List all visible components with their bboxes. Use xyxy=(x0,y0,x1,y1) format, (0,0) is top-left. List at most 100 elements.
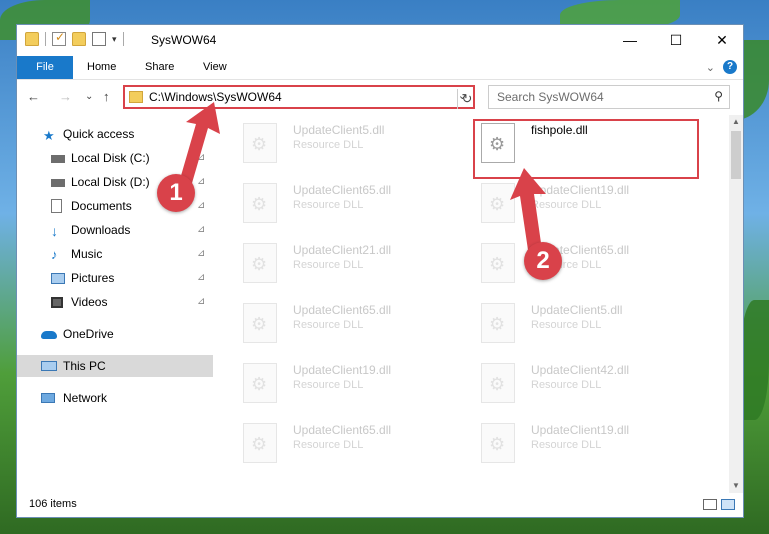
file-item[interactable]: UpdateClient65.dll Resource DLL xyxy=(235,177,465,235)
dll-file-icon xyxy=(243,183,277,223)
file-item[interactable]: UpdateClient19.dll Resource DLL xyxy=(473,177,703,235)
file-name: UpdateClient65.dll xyxy=(293,303,392,317)
recent-locations-icon[interactable]: ⌄ xyxy=(85,91,93,102)
file-type: Resource DLL xyxy=(531,439,602,451)
star-icon: ★ xyxy=(43,128,55,143)
dll-file-icon xyxy=(243,423,277,463)
nav-item-label: Documents xyxy=(71,199,132,213)
file-name: UpdateClient19.dll xyxy=(531,183,630,197)
nav-item-local-disk-c[interactable]: Local Disk (C:) ⊿ xyxy=(17,147,213,169)
address-row: ← → ⌄ ↑ C:\Windows\SysWOW64 ⌄ ↻ Search S… xyxy=(17,81,743,113)
nav-item-pictures[interactable]: Pictures ⊿ xyxy=(17,267,213,289)
file-name: UpdateClient21.dll xyxy=(293,243,392,257)
onedrive-icon xyxy=(41,331,57,339)
file-item[interactable]: UpdateClient5.dll Resource DLL xyxy=(235,117,465,175)
up-arrow-icon[interactable]: ↑ xyxy=(103,89,110,104)
nav-item-label: Videos xyxy=(71,295,108,309)
pin-icon[interactable]: ⊿ xyxy=(197,291,205,313)
documents-icon xyxy=(51,199,62,213)
pin-icon[interactable]: ⊿ xyxy=(197,243,205,265)
pc-icon xyxy=(41,361,57,371)
pin-icon[interactable]: ⊿ xyxy=(197,147,205,169)
dll-file-icon xyxy=(243,363,277,403)
help-icon[interactable]: ? xyxy=(723,60,737,74)
dll-file-icon xyxy=(243,123,277,163)
file-type: Resource DLL xyxy=(293,379,364,391)
nav-item-videos[interactable]: Videos ⊿ xyxy=(17,291,213,313)
nav-item-music[interactable]: ♪ Music ⊿ xyxy=(17,243,213,265)
item-count: 106 items xyxy=(29,498,77,510)
new-folder-icon[interactable] xyxy=(72,32,86,46)
search-box[interactable]: Search SysWOW64 ⚲ xyxy=(488,85,730,109)
properties-check-icon[interactable] xyxy=(52,30,66,46)
dll-file-icon xyxy=(481,423,515,463)
nav-item-label: This PC xyxy=(63,359,106,373)
nav-item-network[interactable]: Network xyxy=(17,387,213,409)
file-type: Resource DLL xyxy=(293,139,364,151)
search-input[interactable]: Search SysWOW64 xyxy=(497,90,604,104)
file-item[interactable]: UpdateClient5.dll Resource DLL xyxy=(473,297,703,355)
file-name: UpdateClient19.dll xyxy=(531,423,630,437)
minimize-button[interactable]: — xyxy=(607,25,653,55)
address-path[interactable]: C:\Windows\SysWOW64 xyxy=(149,90,282,104)
file-type: Resource DLL xyxy=(293,319,364,331)
nav-item-label: Pictures xyxy=(71,271,115,285)
nav-item-downloads[interactable]: ↓ Downloads ⊿ xyxy=(17,219,213,241)
file-item[interactable]: UpdateClient65.dll Resource DLL xyxy=(235,417,465,475)
file-name: UpdateClient65.dll xyxy=(293,423,392,437)
nav-item-label: Local Disk (C:) xyxy=(71,151,150,165)
downloads-icon: ↓ xyxy=(51,223,58,239)
pin-icon[interactable]: ⊿ xyxy=(197,219,205,241)
maximize-button[interactable]: ☐ xyxy=(653,25,699,55)
file-item[interactable]: UpdateClient21.dll Resource DLL xyxy=(235,237,465,295)
folder-icon xyxy=(129,91,143,103)
file-item[interactable]: UpdateClient65.dll Resource DLL xyxy=(235,297,465,355)
scroll-thumb[interactable] xyxy=(731,131,741,179)
nav-item-label: OneDrive xyxy=(63,327,114,341)
pin-icon[interactable]: ⊿ xyxy=(197,195,205,217)
drive-icon xyxy=(51,179,65,187)
tab-view[interactable]: View xyxy=(203,56,227,79)
pin-icon[interactable]: ⊿ xyxy=(197,171,205,193)
file-name: UpdateClient19.dll xyxy=(293,363,392,377)
dll-file-icon xyxy=(243,243,277,283)
callout-badge-2: 2 xyxy=(524,242,562,280)
tab-share[interactable]: Share xyxy=(145,56,174,79)
expand-ribbon-icon[interactable]: ⌄ xyxy=(706,61,715,74)
folder-icon[interactable] xyxy=(25,32,39,46)
chevron-down-icon[interactable]: ▾ xyxy=(112,34,117,45)
pin-icon[interactable]: ⊿ xyxy=(197,267,205,289)
tab-home[interactable]: Home xyxy=(87,56,116,79)
back-arrow-icon[interactable]: ← xyxy=(27,89,40,104)
scroll-down-icon[interactable]: ▼ xyxy=(729,479,743,493)
scroll-up-icon[interactable]: ▲ xyxy=(729,115,743,129)
file-item[interactable]: UpdateClient19.dll Resource DLL xyxy=(235,357,465,415)
ribbon-tabs: File Home Share View ⌄ ? xyxy=(17,56,743,80)
nav-item-this-pc[interactable]: This PC xyxy=(17,355,213,377)
drive-icon xyxy=(51,155,65,163)
file-item[interactable]: UpdateClient42.dll Resource DLL xyxy=(473,357,703,415)
dll-file-icon xyxy=(481,243,515,283)
file-name: UpdateClient5.dll xyxy=(293,123,385,137)
large-icons-view-icon[interactable] xyxy=(721,499,735,510)
toolbar-separator xyxy=(45,32,46,46)
details-view-icon[interactable] xyxy=(703,499,717,510)
videos-icon xyxy=(51,297,63,308)
tab-file[interactable]: File xyxy=(17,56,73,79)
customize-icon[interactable] xyxy=(92,32,106,46)
forward-arrow-icon[interactable]: → xyxy=(59,89,72,104)
navigation-pane: ★ Quick access Local Disk (C:) ⊿ Local D… xyxy=(17,115,213,495)
status-bar: 106 items xyxy=(17,495,743,517)
nav-item-quick-access[interactable]: ★ Quick access xyxy=(17,123,213,145)
file-item[interactable]: UpdateClient19.dll Resource DLL xyxy=(473,417,703,475)
file-type: Resource DLL xyxy=(531,319,602,331)
file-item[interactable]: UpdateClient65.dll Resource DLL xyxy=(473,237,703,295)
vertical-scrollbar[interactable]: ▲ ▼ xyxy=(729,115,743,493)
ribbon-controls: ⌄ ? xyxy=(706,60,737,74)
address-bar[interactable]: C:\Windows\SysWOW64 ⌄ xyxy=(123,85,475,109)
refresh-button[interactable]: ↻ xyxy=(457,89,476,109)
network-icon xyxy=(41,393,55,403)
close-button[interactable]: ✕ xyxy=(699,25,745,55)
search-icon[interactable]: ⚲ xyxy=(714,89,723,103)
nav-item-onedrive[interactable]: OneDrive xyxy=(17,323,213,345)
